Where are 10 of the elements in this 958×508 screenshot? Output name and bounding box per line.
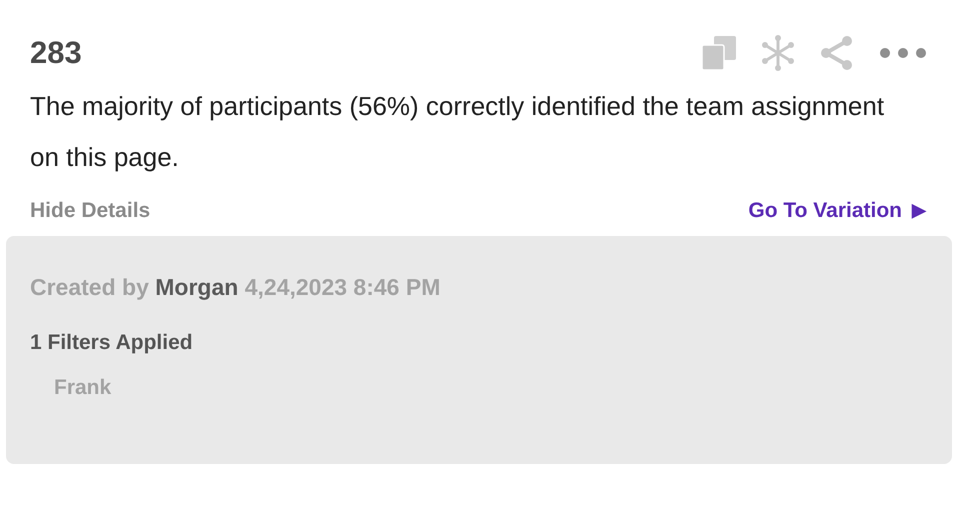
insight-text: The majority of participants (56%) correctly identified the team assignment on this page.: [30, 90, 886, 174]
share-icon[interactable]: [820, 35, 854, 72]
copy-icon[interactable]: [702, 36, 736, 70]
more-icon[interactable]: [880, 47, 926, 60]
filter-item: Frank: [54, 375, 112, 401]
created-by-text: Created by Morgan 4,24,2023 8:46 PM: [30, 273, 442, 302]
insight-number: 283: [30, 34, 82, 72]
go-to-variation-link[interactable]: Go To Variation ▶: [748, 194, 928, 226]
filters-title: 1 Filters Applied: [30, 330, 194, 356]
asterisk-icon[interactable]: [762, 35, 794, 72]
